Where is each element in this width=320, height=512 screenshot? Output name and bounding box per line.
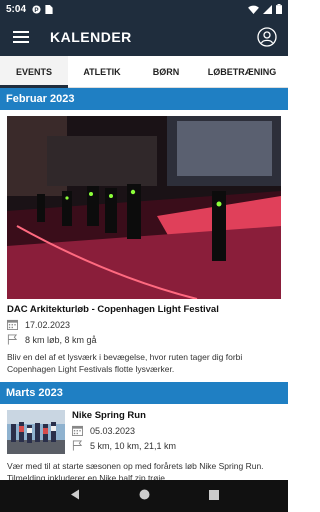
- page-title: KALENDER: [50, 29, 132, 45]
- app-bar: KALENDER: [0, 18, 288, 56]
- event-card[interactable]: DAC Arkitekturløb - Copenhagen Light Fes…: [0, 110, 288, 375]
- menu-button[interactable]: [2, 18, 40, 56]
- app-notification-icon: P: [32, 4, 41, 13]
- event-distances: 5 km, 10 km, 21,1 km: [90, 440, 177, 451]
- event-distance-row: 5 km, 10 km, 21,1 km: [72, 440, 176, 451]
- category-tabs: EVENTS ATLETIK BØRN LØBETRÆNING: [0, 56, 288, 88]
- signal-icon: [263, 4, 272, 14]
- account-icon: [257, 27, 277, 47]
- calendar-icon: [72, 425, 86, 436]
- event-photo: [7, 116, 281, 299]
- event-list[interactable]: Februar 2023 DAC Arkitekturløb - Copenha…: [0, 88, 288, 480]
- calendar-icon: [7, 319, 21, 330]
- event-description: Bliv en del af et lysværk i bevægelse, h…: [7, 352, 243, 374]
- svg-text:P: P: [34, 6, 38, 13]
- tab-born[interactable]: BØRN: [136, 56, 196, 88]
- month-header: Marts 2023: [0, 382, 288, 404]
- home-circle-icon: [139, 489, 149, 500]
- event-date-row: 17.02.2023: [7, 319, 281, 330]
- event-date-row: 05.03.2023: [72, 425, 176, 436]
- file-notification-icon: [45, 4, 53, 14]
- event-distance-row: 8 km løb, 8 km gå: [7, 334, 281, 345]
- event-distances: 8 km løb, 8 km gå: [25, 334, 97, 345]
- status-time: 5:04: [6, 3, 27, 15]
- back-triangle-icon: [70, 489, 79, 500]
- wifi-icon: [248, 5, 259, 14]
- hamburger-menu-icon: [13, 31, 29, 43]
- flag-icon: [72, 440, 86, 451]
- status-bar: 5:04 P: [0, 0, 288, 18]
- recents-square-icon: [208, 490, 219, 500]
- back-button[interactable]: [70, 487, 80, 505]
- account-button[interactable]: [248, 18, 286, 56]
- tab-atletik[interactable]: ATLETIK: [68, 56, 136, 88]
- event-title: Nike Spring Run: [72, 410, 146, 421]
- month-header: Februar 2023: [0, 88, 288, 110]
- home-button[interactable]: [139, 487, 150, 505]
- flag-icon: [7, 334, 21, 345]
- event-title: DAC Arkitekturløb - Copenhagen Light Fes…: [7, 304, 219, 315]
- event-card[interactable]: Nike Spring Run 05.03.2023 5 km, 10 km, …: [0, 404, 288, 454]
- event-date: 05.03.2023: [90, 425, 136, 436]
- event-photo: [7, 410, 65, 454]
- recents-button[interactable]: [208, 487, 219, 505]
- battery-icon: [276, 4, 282, 14]
- event-date: 17.02.2023: [25, 319, 71, 330]
- event-description: Vær med til at starte sæsonen op med for…: [7, 461, 264, 480]
- system-navigation-bar: [0, 480, 288, 512]
- tab-events[interactable]: EVENTS: [0, 56, 68, 88]
- tab-lobetraening[interactable]: LØBETRÆNING: [196, 56, 288, 88]
